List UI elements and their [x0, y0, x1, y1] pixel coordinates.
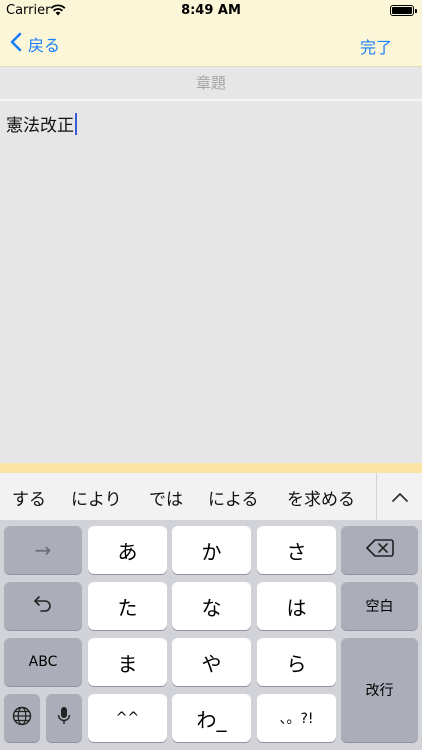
key-ra-row[interactable]: ら — [257, 638, 336, 686]
editor-bottom-strip — [0, 463, 422, 473]
key-ma-row[interactable]: ま — [88, 638, 167, 686]
suggestion-item[interactable]: では — [149, 485, 183, 510]
arrow-key[interactable]: → — [4, 526, 82, 574]
suggestion-item[interactable]: による — [208, 485, 259, 510]
globe-icon — [12, 706, 32, 731]
abc-button[interactable]: ABC — [4, 638, 82, 686]
chevron-left-icon — [10, 32, 28, 56]
battery-icon — [390, 5, 417, 16]
keyboard: → あ か さ た な は 空白 ABC ま や ら 改行 ^^ わ_ 、。?! — [0, 520, 422, 750]
undo-icon — [32, 593, 54, 620]
chapter-title-field[interactable]: 章題 — [0, 67, 422, 101]
globe-button[interactable] — [4, 694, 40, 742]
editor-text-line: 憲法改正 — [6, 111, 77, 136]
key-ha-row[interactable]: は — [257, 582, 336, 630]
delete-icon — [365, 538, 394, 563]
navigation-bar: 戻る 完了 — [0, 22, 422, 67]
key-wa-row[interactable]: わ_ — [172, 694, 251, 742]
microphone-icon — [57, 706, 71, 731]
undo-button[interactable] — [4, 582, 82, 630]
back-button[interactable]: 戻る — [10, 32, 60, 56]
dictation-button[interactable] — [46, 694, 82, 742]
space-button[interactable]: 空白 — [341, 582, 418, 630]
key-ya-row[interactable]: や — [172, 638, 251, 686]
key-ka-row[interactable]: か — [172, 526, 251, 574]
back-label: 戻る — [28, 36, 61, 55]
key-ta-row[interactable]: た — [88, 582, 167, 630]
chevron-up-icon[interactable] — [386, 485, 414, 509]
done-button[interactable]: 完了 — [360, 34, 392, 58]
return-button[interactable]: 改行 — [341, 638, 418, 742]
clock: 8:49 AM — [181, 3, 241, 18]
editor-text: 憲法改正 — [6, 116, 74, 136]
suggestion-divider — [376, 473, 377, 520]
key-a-row[interactable]: あ — [88, 526, 167, 574]
key-na-row[interactable]: な — [172, 582, 251, 630]
suggestion-bar: する により では による を求める — [0, 473, 422, 521]
key-punctuation[interactable]: 、。?! — [257, 694, 336, 742]
key-sa-row[interactable]: さ — [257, 526, 336, 574]
status-bar: Carrier 8:49 AM — [0, 0, 422, 22]
text-editor[interactable]: 憲法改正 — [0, 101, 422, 463]
suggestion-item[interactable]: する — [12, 485, 46, 510]
text-cursor — [75, 112, 77, 135]
delete-button[interactable] — [341, 526, 418, 574]
suggestion-item[interactable]: を求める — [287, 485, 355, 510]
suggestion-item[interactable]: により — [71, 485, 122, 510]
key-dakuten[interactable]: ^^ — [88, 694, 167, 742]
